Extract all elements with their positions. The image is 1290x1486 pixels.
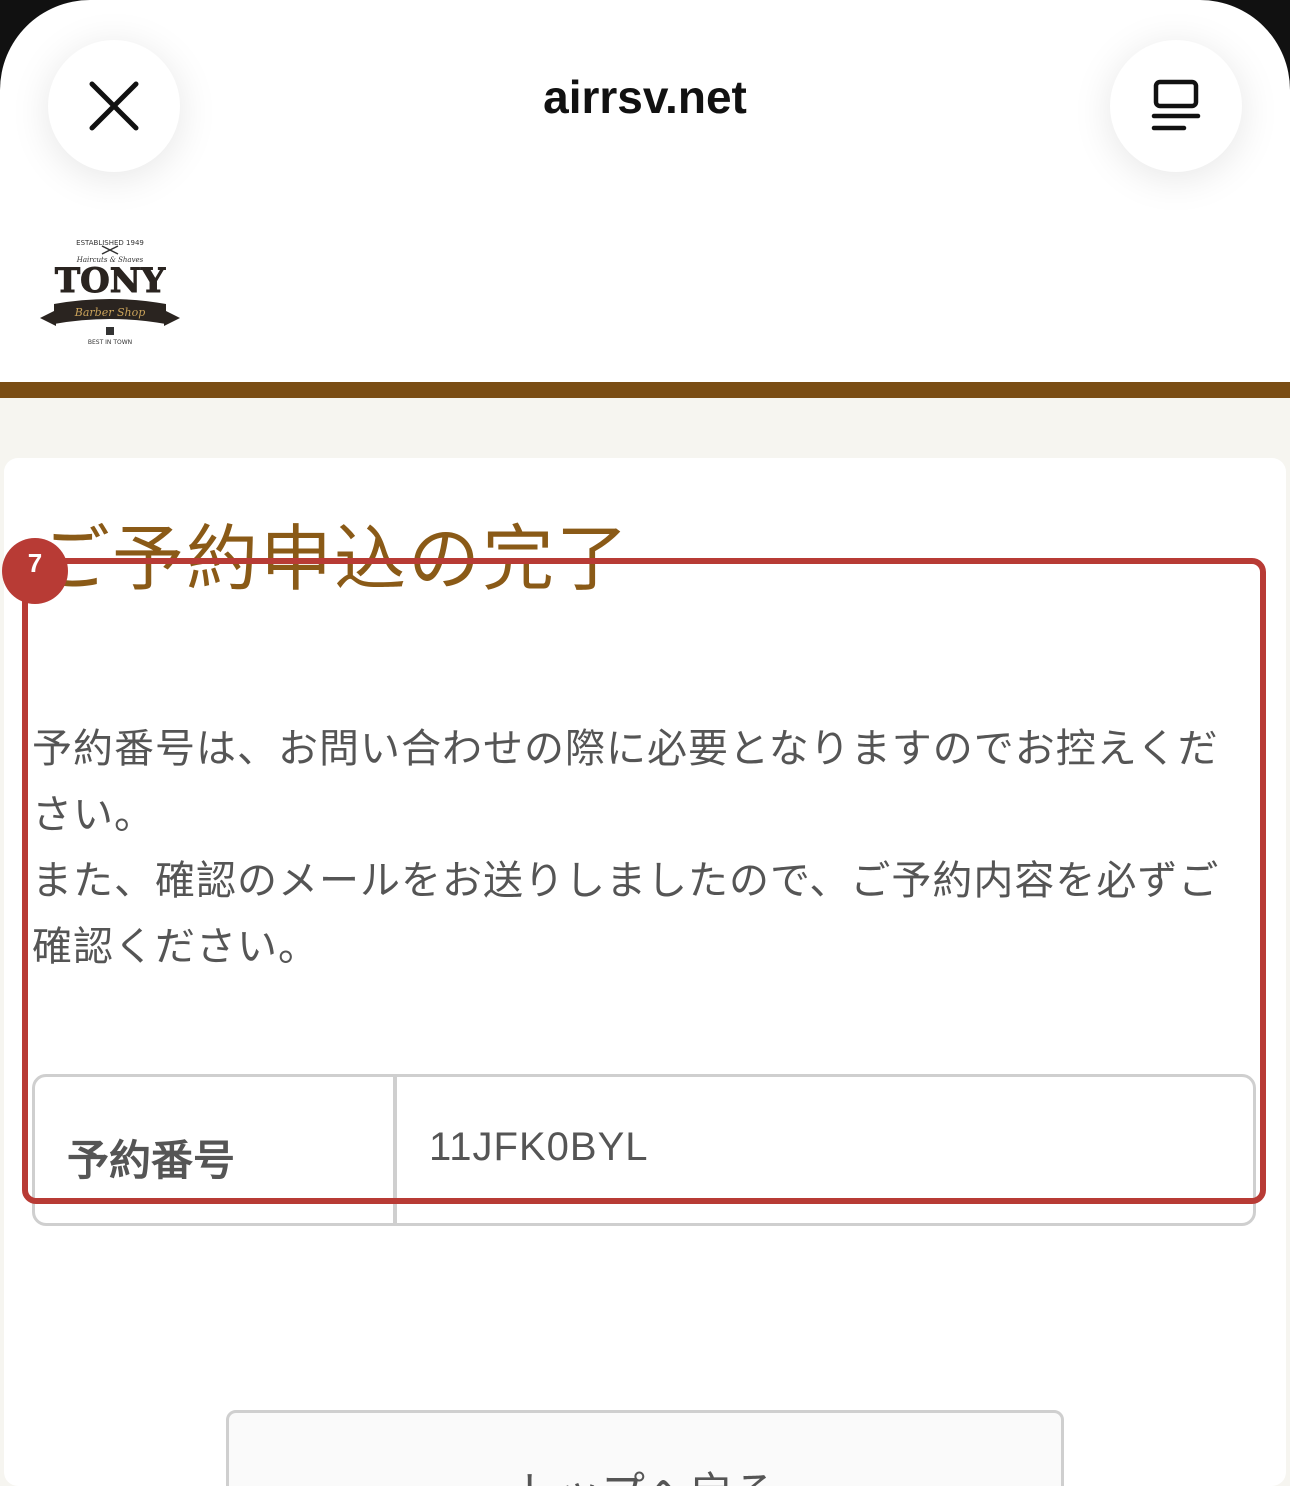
message-line-2: また、確認のメールをお送りしましたので、ご予約内容を必ずご確認ください。: [32, 858, 1220, 970]
message-line-1: 予約番号は、お問い合わせの際に必要となりますのでお控えください。: [32, 726, 1219, 838]
page-title: ご予約申込の完了: [38, 517, 631, 601]
reservation-number-value: 11JFK0BYL: [429, 1125, 649, 1169]
reader-menu-icon: [1151, 79, 1201, 131]
svg-text:BEST IN TOWN: BEST IN TOWN: [88, 339, 132, 346]
browser-sheet: airrsv.net ESTABLISHED 1949 Haircuts & S…: [0, 0, 1290, 1486]
reservation-number-table: 予約番号 11JFK0BYL: [32, 1074, 1256, 1226]
reservation-number-label: 予約番号: [35, 1077, 397, 1223]
header-divider: [0, 382, 1290, 398]
browser-toolbar: airrsv.net: [0, 0, 1290, 200]
back-to-top-button[interactable]: トップへ戻る: [226, 1410, 1064, 1486]
svg-text:ESTABLISHED 1949: ESTABLISHED 1949: [76, 239, 144, 247]
tony-barber-shop-logo[interactable]: ESTABLISHED 1949 Haircuts & Shaves TONY …: [36, 232, 184, 348]
svg-text:TONY: TONY: [55, 261, 166, 301]
annotation-badge: 7: [2, 538, 68, 604]
reader-menu-button[interactable]: [1110, 40, 1242, 172]
svg-text:Barber Shop: Barber Shop: [74, 306, 146, 319]
completion-message: 予約番号は、お問い合わせの際に必要となりますのでお控えください。 また、確認のメ…: [32, 716, 1252, 980]
url-label: airrsv.net: [543, 71, 747, 123]
